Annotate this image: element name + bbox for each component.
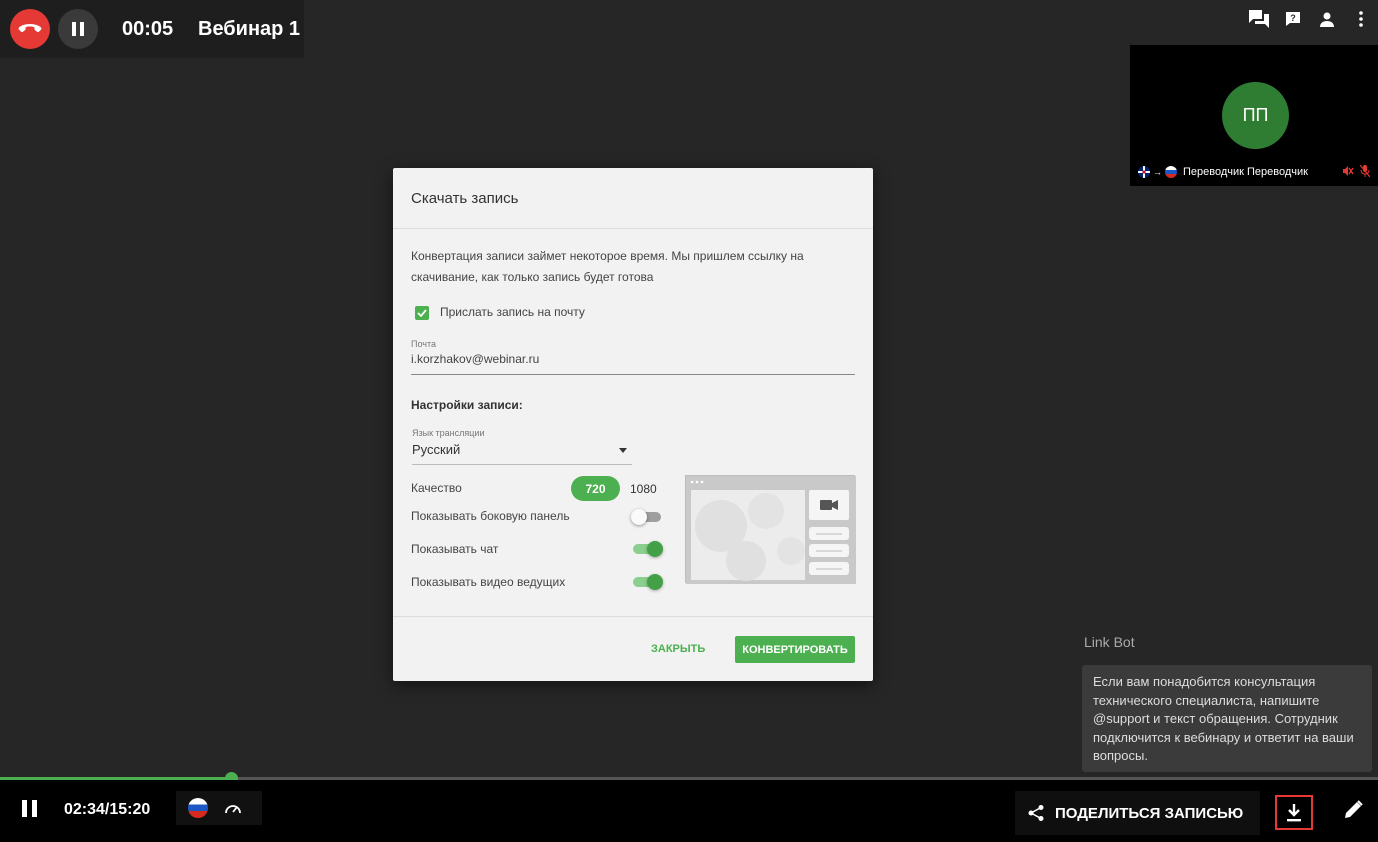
pause-broadcast-button[interactable] <box>58 9 98 49</box>
speed-gauge-icon[interactable] <box>224 801 242 815</box>
player-options <box>176 791 262 825</box>
toggle-knob <box>647 574 663 590</box>
chat-message: Если вам понадобится консультация технич… <box>1082 665 1372 772</box>
toggle-knob <box>647 541 663 557</box>
dropdown-arrow-icon[interactable] <box>619 448 627 453</box>
quality-label: Качество <box>411 481 462 495</box>
language-select[interactable]: Русский <box>412 442 460 457</box>
email-field[interactable]: i.korzhakov@webinar.ru <box>411 352 539 366</box>
toggle-label-chat: Показывать чат <box>411 542 499 556</box>
mic-muted-icon <box>1360 165 1370 177</box>
email-field-label: Почта <box>411 339 436 349</box>
show-sidebar-toggle[interactable] <box>631 509 661 525</box>
russia-flag-icon <box>1165 166 1177 178</box>
convert-button[interactable]: КОНВЕРТИРОВАТЬ <box>735 636 855 663</box>
pause-icon <box>72 22 84 36</box>
broadcast-timer: 00:05 <box>122 18 174 40</box>
edit-button[interactable] <box>1342 799 1364 826</box>
webinar-title: Вебинар 1 <box>198 18 301 40</box>
participant-video-tile: ПП → Переводчик Переводчик <box>1130 45 1378 186</box>
svg-text:?: ? <box>1290 13 1296 23</box>
language-select-label: Язык трансляции <box>412 428 485 438</box>
playback-time: 02:34/15:20 <box>64 801 151 818</box>
share-recording-label: ПОДЕЛИТЬСЯ ЗАПИСЬЮ <box>1055 804 1244 822</box>
more-menu-button[interactable] <box>1344 0 1378 38</box>
show-host-video-toggle[interactable] <box>633 574 663 590</box>
hangup-button[interactable] <box>10 9 50 49</box>
dialog-title: Скачать запись <box>411 190 519 207</box>
recording-settings-title: Настройки записи: <box>411 398 523 412</box>
pencil-icon <box>1345 800 1363 818</box>
divider <box>393 228 873 229</box>
send-email-checkbox[interactable] <box>415 306 429 320</box>
participant-status-icons <box>1342 165 1370 177</box>
layout-preview-icon <box>686 476 856 584</box>
toggle-label-host-video: Показывать видео ведущих <box>411 575 566 589</box>
help-button[interactable]: ? <box>1276 0 1310 38</box>
share-icon <box>1028 805 1044 821</box>
chat-author: Link Bot <box>1084 634 1135 650</box>
divider <box>393 616 873 617</box>
toggle-knob <box>631 509 647 525</box>
share-recording-button[interactable]: ПОДЕЛИТЬСЯ ЗАПИСЬЮ <box>1015 791 1260 835</box>
phone-hangup-icon <box>18 24 42 33</box>
quality-option-720[interactable]: 720 <box>571 476 620 501</box>
download-recording-dialog: Скачать запись Конвертация записи займет… <box>393 168 873 681</box>
check-icon <box>417 309 427 317</box>
more-vertical-icon <box>1359 11 1363 27</box>
person-icon <box>1320 12 1334 27</box>
chat-button[interactable] <box>1242 0 1276 38</box>
player-controls: 02:34/15:20 ПОДЕЛИТЬСЯ ЗАПИСЬЮ <box>0 780 1378 842</box>
download-button[interactable] <box>1275 795 1313 830</box>
show-chat-toggle[interactable] <box>633 541 663 557</box>
call-controls: 00:05 Вебинар 1 <box>0 0 304 58</box>
close-button[interactable]: ЗАКРЫТЬ <box>651 643 705 655</box>
layout-preview-image <box>685 475 856 584</box>
help-icon: ? <box>1286 12 1300 26</box>
download-icon <box>1287 803 1301 821</box>
email-field-underline <box>411 374 855 375</box>
participant-name: Переводчик Переводчик <box>1183 166 1308 178</box>
send-email-label[interactable]: Прислать запись на почту <box>440 305 585 319</box>
arrow-right-icon: → <box>1153 167 1162 177</box>
language-flag-icon[interactable] <box>188 798 208 818</box>
uk-flag-icon <box>1138 166 1150 178</box>
speaker-muted-icon <box>1343 166 1354 176</box>
participants-button[interactable] <box>1310 0 1344 38</box>
language-select-underline <box>412 464 632 465</box>
chat-icon <box>1249 10 1269 28</box>
avatar: ПП <box>1222 82 1289 149</box>
quality-option-1080[interactable]: 1080 <box>630 482 657 496</box>
participant-info: → Переводчик Переводчик <box>1138 166 1308 178</box>
pause-button[interactable] <box>22 800 37 817</box>
toggle-label-sidebar: Показывать боковую панель <box>411 509 570 523</box>
dialog-description: Конвертация записи займет некоторое врем… <box>411 249 804 284</box>
top-toolbar: ? <box>1242 0 1378 38</box>
